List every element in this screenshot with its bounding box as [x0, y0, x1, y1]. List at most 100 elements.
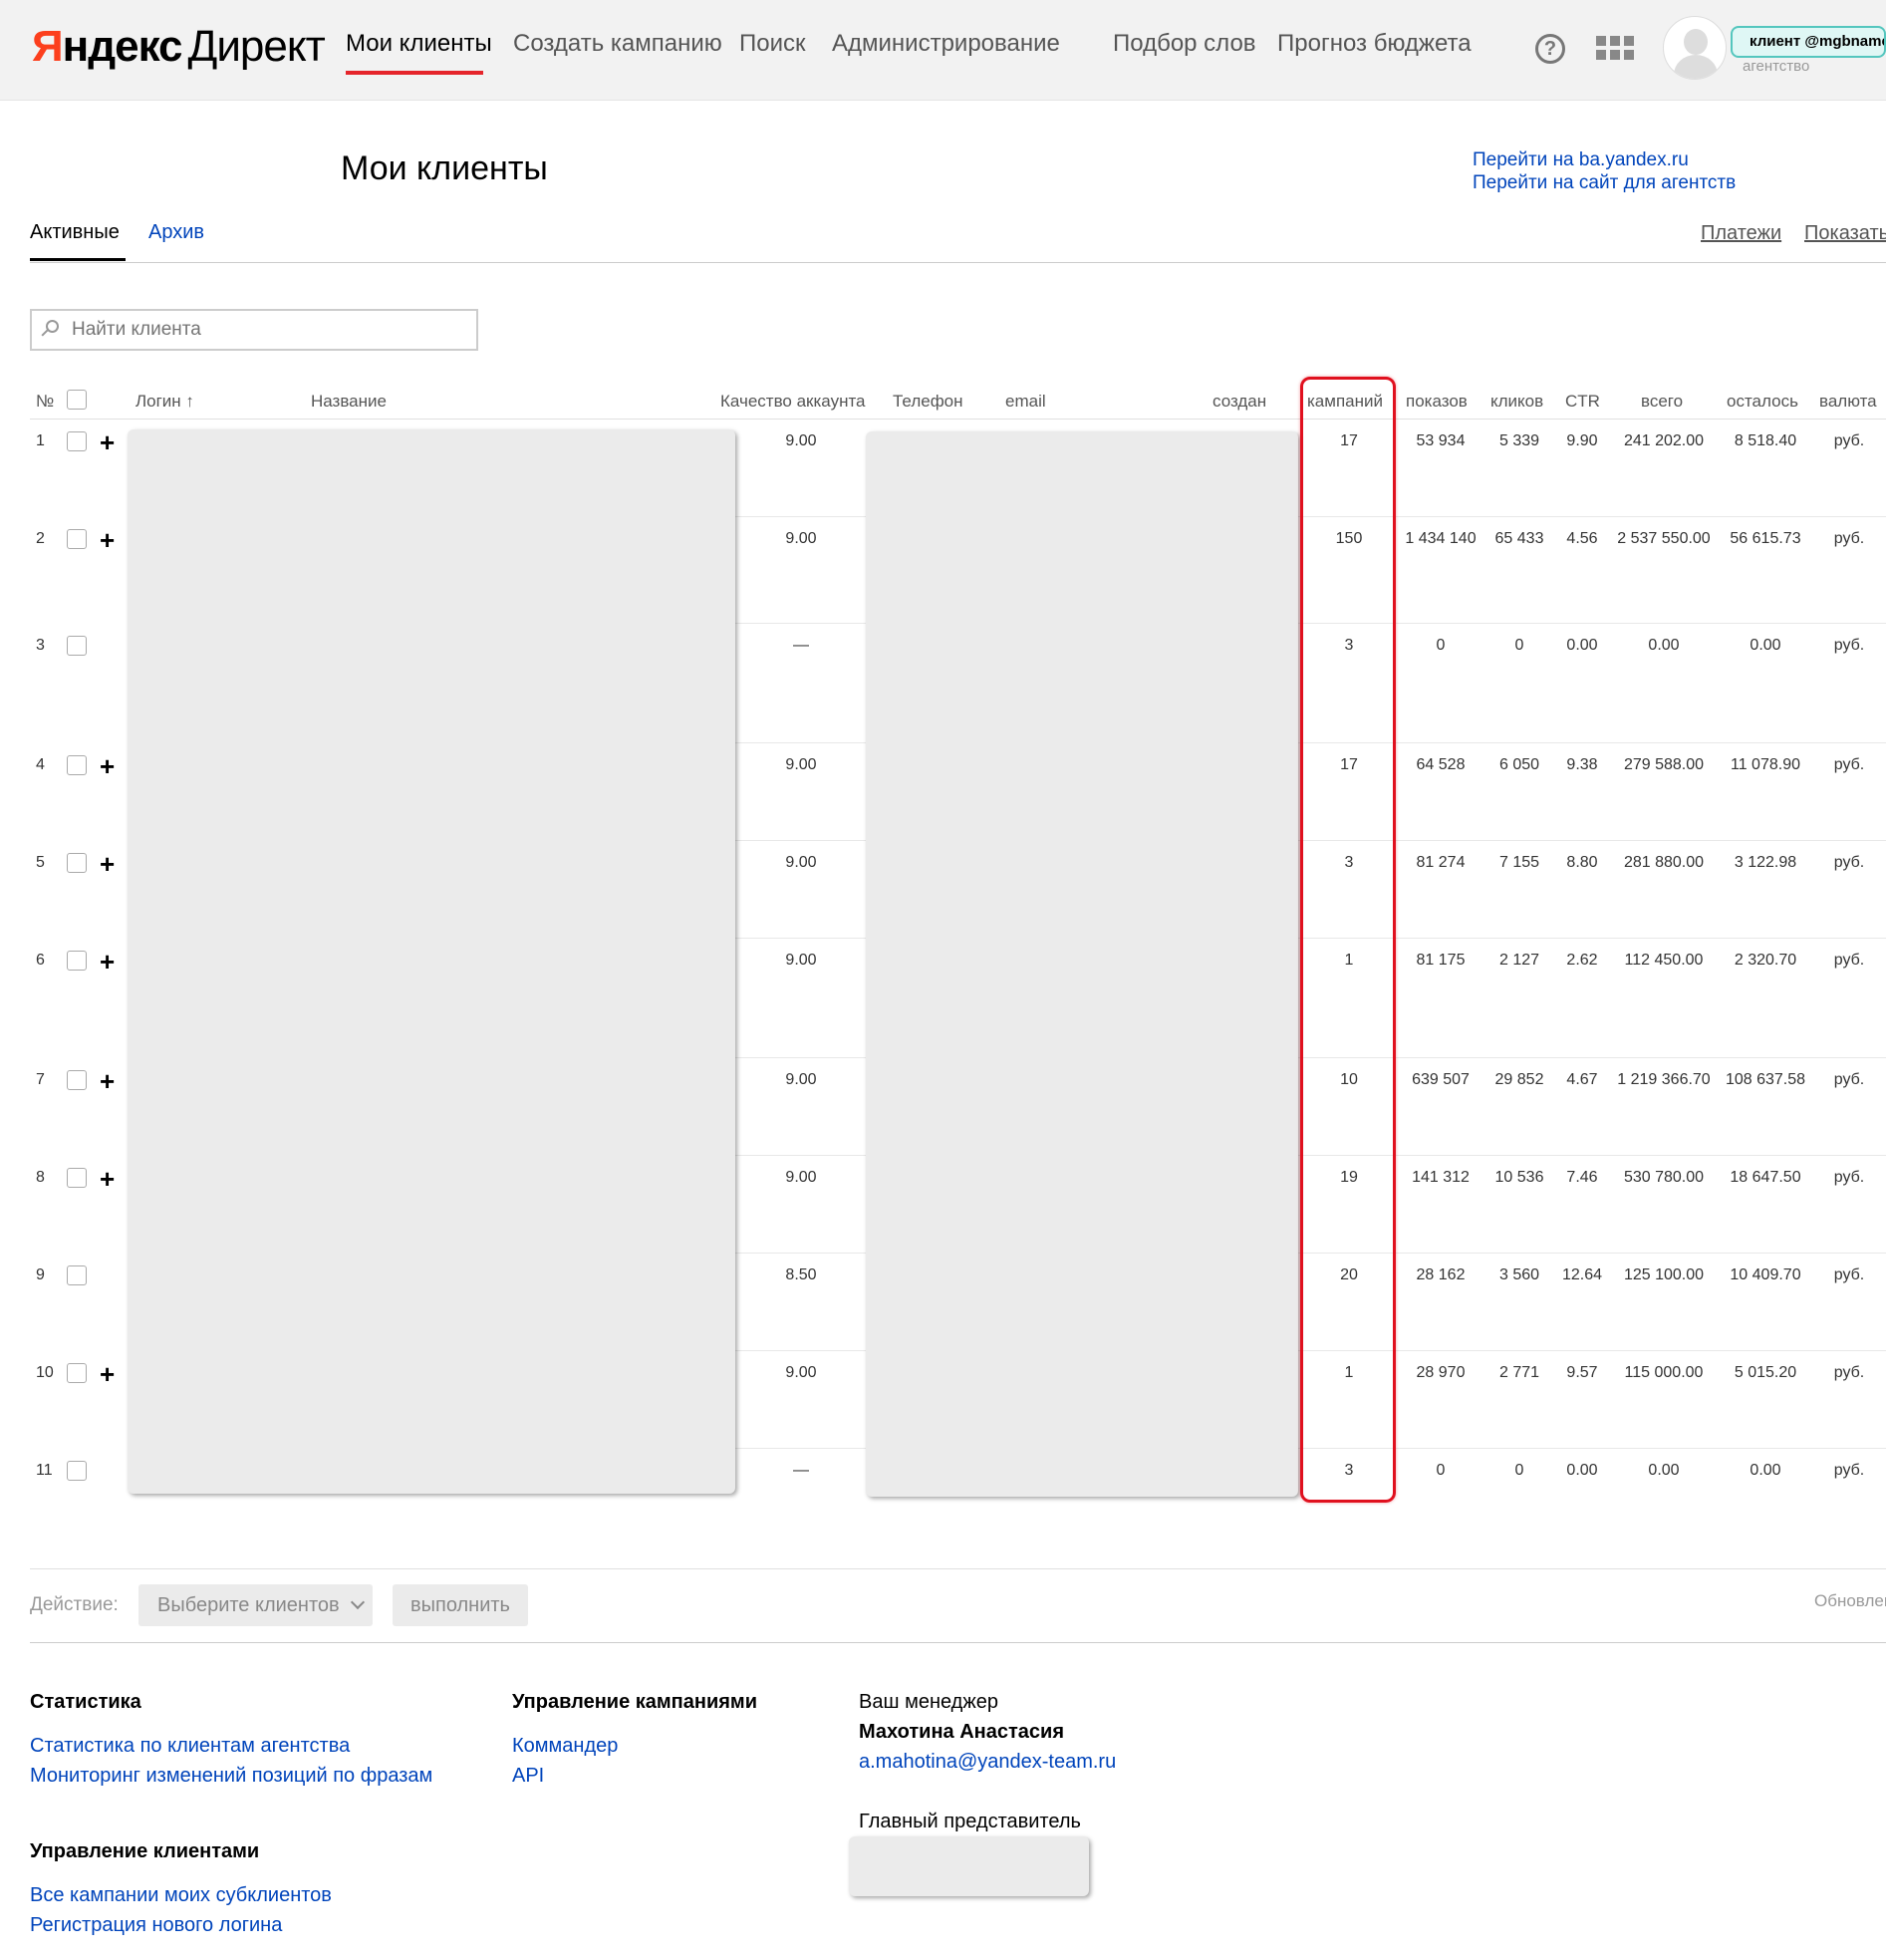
row-number: 1 [36, 432, 45, 449]
manager-email-link[interactable]: a.mahotina@yandex-team.ru [859, 1751, 1116, 1774]
link-ba-yandex[interactable]: Перейти на ba.yandex.ru [1473, 148, 1736, 171]
link-api[interactable]: API [512, 1765, 544, 1788]
link-commander[interactable]: Коммандер [512, 1735, 618, 1758]
cell-currency: руб. [1833, 1462, 1865, 1479]
row-number: 5 [36, 854, 45, 871]
row-number: 2 [36, 530, 45, 547]
cell-quality: 9.00 [785, 854, 817, 871]
link-agency-site[interactable]: Перейти на сайт для агентств [1473, 171, 1736, 194]
cell-currency: руб. [1833, 854, 1865, 871]
link-subclient-campaigns[interactable]: Все кампании моих субклиентов [30, 1884, 332, 1907]
link-payments[interactable]: Платежи [1701, 222, 1781, 245]
th-clicks[interactable]: кликов [1490, 392, 1543, 412]
nav-budget-forecast[interactable]: Прогноз бюджета [1277, 30, 1472, 58]
row-checkbox[interactable] [67, 636, 87, 656]
row-number: 3 [36, 637, 45, 654]
top-header: Яндекс Директ Мои клиенты Создать кампани… [0, 0, 1886, 101]
row-checkbox[interactable] [67, 755, 87, 775]
agency-label: агентство [1743, 58, 1810, 75]
redacted-login-name-area [128, 429, 735, 1494]
row-checkbox[interactable] [67, 431, 87, 451]
grid-apps-icon[interactable] [1596, 36, 1634, 62]
nav-word-selection[interactable]: Подбор слов [1113, 30, 1256, 58]
cell-currency: руб. [1833, 432, 1865, 449]
cell-currency: руб. [1833, 1364, 1865, 1381]
yandex-direct-logo[interactable]: Яндекс Директ [32, 22, 326, 72]
client-badge[interactable]: клиент @mgbname [1731, 26, 1886, 58]
cell-quality: 9.00 [785, 1364, 817, 1381]
footer-clients-title: Управление клиентами [30, 1840, 260, 1862]
th-name[interactable]: Название [311, 392, 387, 412]
select-clients-dropdown[interactable]: Выберите клиентов [138, 1584, 373, 1626]
expand-row-plus-icon[interactable]: + [100, 527, 115, 553]
updated-label: Обновлен [1814, 1591, 1886, 1610]
row-number: 8 [36, 1169, 45, 1186]
th-quality[interactable]: Качество аккаунта [720, 392, 866, 412]
th-ctr[interactable]: CTR [1565, 392, 1600, 412]
row-checkbox[interactable] [67, 1461, 87, 1481]
question-circle-icon[interactable]: ? [1535, 34, 1565, 64]
footer-stats-title: Статистика [30, 1691, 141, 1713]
logo-ya: Я [32, 22, 64, 71]
nav-my-clients[interactable]: Мои клиенты [346, 30, 492, 58]
cell-currency: руб. [1833, 1071, 1865, 1088]
expand-row-plus-icon[interactable]: + [100, 851, 115, 877]
th-login[interactable]: Логин ↑ [135, 392, 194, 412]
th-total[interactable]: всего [1641, 392, 1683, 412]
row-checkbox[interactable] [67, 853, 87, 873]
link-show[interactable]: Показать [1804, 222, 1886, 245]
expand-row-plus-icon[interactable]: + [100, 949, 115, 975]
nav-active-underline [346, 71, 483, 75]
redacted-representative [849, 1836, 1089, 1896]
cell-currency: руб. [1833, 952, 1865, 969]
row-checkbox[interactable] [67, 1363, 87, 1383]
cell-quality: 9.00 [785, 756, 817, 773]
campaigns-column-highlight [1300, 377, 1396, 1503]
action-bar-divider-bottom [30, 1642, 1886, 1643]
th-email: email [1005, 392, 1046, 411]
nav-create-campaign[interactable]: Создать кампанию [513, 30, 722, 58]
tabs-divider [30, 262, 1886, 263]
link-register-login[interactable]: Регистрация нового логина [30, 1914, 282, 1937]
top-links: Перейти на ba.yandex.ru Перейти на сайт … [1473, 148, 1736, 194]
expand-row-plus-icon[interactable]: + [100, 1361, 115, 1387]
execute-button[interactable]: выполнить [393, 1584, 528, 1626]
representative-label: Главный представитель [859, 1811, 1081, 1832]
nav-administration[interactable]: Администрирование [832, 30, 1060, 58]
cell-currency: руб. [1833, 637, 1865, 654]
cell-currency: руб. [1833, 1266, 1865, 1283]
th-shows[interactable]: показов [1406, 392, 1468, 412]
cell-quality: 9.00 [785, 1071, 817, 1088]
row-checkbox[interactable] [67, 1070, 87, 1090]
select-all-checkbox[interactable] [67, 390, 87, 410]
th-created[interactable]: создан [1212, 392, 1266, 412]
row-checkbox[interactable] [67, 1265, 87, 1285]
th-num: № [36, 392, 55, 411]
th-left[interactable]: осталось [1727, 392, 1798, 412]
cell-currency: руб. [1833, 530, 1865, 547]
link-position-monitoring[interactable]: Мониторинг изменений позиций по фразам [30, 1765, 432, 1788]
row-checkbox[interactable] [67, 951, 87, 971]
cell-quality: — [793, 637, 809, 654]
row-number: 7 [36, 1071, 45, 1088]
row-checkbox[interactable] [67, 529, 87, 549]
cell-currency: руб. [1833, 1169, 1865, 1186]
expand-row-plus-icon[interactable]: + [100, 429, 115, 455]
table-header-divider [30, 419, 1886, 420]
nav-search[interactable]: Поиск [739, 30, 806, 58]
cell-quality: 9.00 [785, 1169, 817, 1186]
tab-archive[interactable]: Архив [148, 221, 204, 244]
tab-active[interactable]: Активные [30, 221, 120, 244]
row-checkbox[interactable] [67, 1168, 87, 1188]
expand-row-plus-icon[interactable]: + [100, 1166, 115, 1192]
cell-quality: 8.50 [785, 1266, 817, 1283]
row-number: 11 [36, 1462, 53, 1479]
search-icon [40, 320, 60, 340]
search-input[interactable] [30, 309, 478, 351]
expand-row-plus-icon[interactable]: + [100, 1068, 115, 1094]
expand-row-plus-icon[interactable]: + [100, 753, 115, 779]
user-avatar[interactable] [1663, 16, 1727, 80]
logo-ndex: ндекс [62, 22, 183, 71]
link-agency-stats[interactable]: Статистика по клиентам агентства [30, 1735, 350, 1758]
row-number: 4 [36, 756, 45, 773]
